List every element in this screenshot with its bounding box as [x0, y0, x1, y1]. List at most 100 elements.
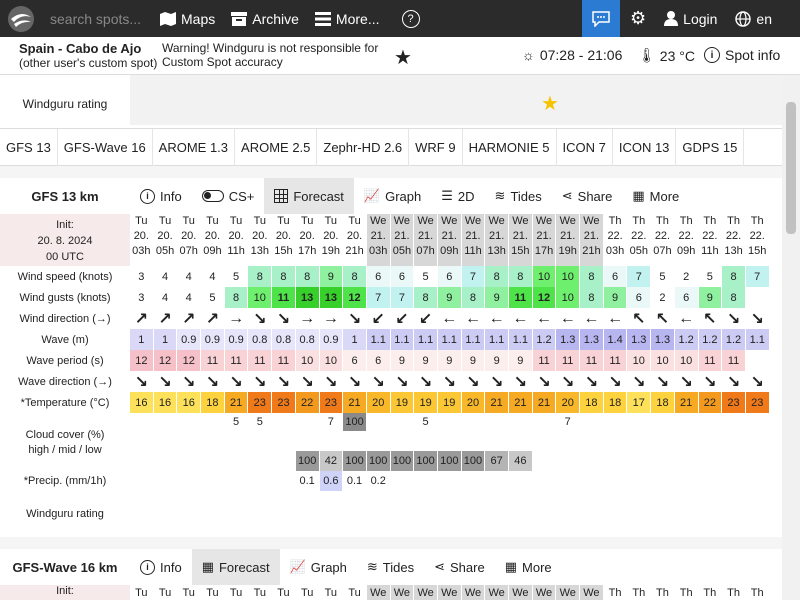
tab-info[interactable]: i Info — [130, 178, 192, 214]
wave-tab-more-label: More — [522, 559, 552, 575]
wave_period-cell: 9 — [414, 350, 438, 371]
model-tab[interactable]: Zephr-HD 2.6 — [317, 129, 410, 166]
login-button[interactable]: Login — [662, 0, 719, 37]
wave-cell: 1.2 — [698, 329, 723, 350]
row-wind_gusts: Wind gusts (knots) 3 4 4 5 8 10 11 13 13 12 7 7 8 9 8 9 1… — [0, 287, 782, 308]
wave-day-cell: Th — [651, 585, 675, 600]
cloud_low-cell: 100 — [414, 451, 438, 471]
precip-cell — [580, 471, 604, 491]
wind_gusts-cell: 3 — [130, 287, 154, 308]
wave_dir-cell: ↘ — [722, 371, 746, 392]
model-tab[interactable]: AROME 1.3 — [153, 129, 236, 166]
time-header-cell: Tu 20. 15h — [272, 214, 296, 266]
row-label: Wind speed (knots) — [17, 270, 113, 283]
wave-cell: 1.3 — [556, 329, 581, 350]
more-menu[interactable]: More... — [313, 0, 382, 37]
wind_speed-cell: 8 — [509, 266, 533, 287]
header-days: Tu — [135, 215, 148, 227]
header-dates: 20. — [323, 230, 339, 242]
cloud-label-1: Cloud cover (%) — [25, 429, 105, 441]
header-days: Tu — [182, 215, 195, 227]
wave-cell: 1.3 — [651, 329, 675, 350]
spot-info-button[interactable]: i Spot info — [704, 47, 780, 63]
cloud_low-cell: 67 — [485, 451, 509, 471]
cloud_low-cell — [746, 451, 770, 471]
wind_speed-cell: 8 — [295, 266, 320, 287]
tab-more[interactable]: ▦ More — [622, 178, 689, 214]
info-icon: i — [140, 559, 155, 575]
wind_dir-cell: ↖ — [651, 308, 675, 329]
header-dates: 22. — [654, 230, 671, 242]
cloud_high-cell — [627, 413, 652, 431]
maps-link[interactable]: Maps — [158, 0, 217, 37]
cloud_low-cell — [651, 451, 675, 471]
model-tab[interactable]: GDPS 15 — [676, 129, 745, 166]
cloud_high-cell — [651, 413, 675, 431]
tab-share-label: Share — [577, 188, 613, 204]
model-tab[interactable]: GFS-Wave 16 — [58, 129, 153, 166]
wave-tab-forecast[interactable]: ▦ Forecast — [191, 549, 280, 585]
wave-day-cell: Th — [699, 585, 723, 600]
precip-cell — [391, 471, 415, 491]
header-dates: 20. — [181, 230, 197, 242]
wind_dir-cell: → — [320, 308, 344, 329]
model-tab[interactable]: WRF 9 — [409, 129, 463, 166]
tab-share[interactable]: ⋖ Share — [552, 178, 623, 214]
sun-icon: ☼ — [522, 47, 535, 63]
wave-day-cell: Tu — [177, 585, 202, 600]
model-tab[interactable]: ICON 7 — [557, 129, 613, 166]
wind_speed-cell: 10 — [556, 266, 581, 287]
cloud_high-cell — [272, 413, 296, 431]
wave-tab-tides[interactable]: ≋ Tides — [357, 549, 424, 585]
wave_period-cell: 6 — [366, 350, 391, 371]
favorite-star-icon[interactable]: ★ — [394, 45, 412, 70]
model-tab[interactable]: HARMONIE 5 — [463, 129, 557, 166]
wave_dir-cell: ↘ — [201, 371, 225, 392]
header-days: Tu — [300, 215, 314, 227]
header-hours: 07h — [653, 245, 672, 257]
wave_period-cell: 11 — [722, 350, 746, 371]
time-header-cell: Th 22. 05h — [627, 214, 652, 266]
wind_dir-cell: ↗ — [201, 308, 225, 329]
settings-button[interactable]: ⚙ — [628, 0, 648, 37]
cloud_high-cell — [509, 413, 533, 431]
time-header-cell: Th 22. 15h — [746, 214, 770, 266]
wave-cell: 1.4 — [603, 329, 628, 350]
time-header-cell: Tu 20. 03h — [130, 214, 154, 266]
wave-day-cell: Tu — [225, 585, 249, 600]
header-hours: 11h — [701, 245, 719, 257]
windguru-logo[interactable] — [0, 0, 42, 37]
wind_dir-cell: ↘ — [746, 308, 770, 329]
header-days: We — [441, 215, 458, 227]
chat-button[interactable] — [582, 0, 621, 37]
wave-tab-graph[interactable]: 📈 Graph — [280, 549, 357, 585]
search-input[interactable]: search spots... — [50, 11, 146, 27]
scrollbar-thumb[interactable] — [786, 102, 796, 234]
time-header-cell: Th 22. 03h — [604, 214, 628, 266]
wave-tab-share[interactable]: ⋖ Share — [424, 549, 495, 585]
wave_dir-cell: ↘ — [580, 371, 604, 392]
header-hours: 03h — [605, 245, 625, 257]
temperature-cell: 19 — [390, 392, 415, 413]
model-tab[interactable]: ICON 13 — [613, 129, 677, 166]
tab-tides[interactable]: ≋ Tides — [485, 178, 552, 214]
tab-cs[interactable]: CS+ — [192, 178, 265, 214]
help-button[interactable]: ? — [400, 0, 422, 37]
previous-forecast-fragment: Windguru rating ★ — [0, 75, 782, 127]
header-dates: 20. — [228, 230, 244, 242]
cloud_high-cell — [485, 413, 509, 431]
wind_gusts-cell: 13 — [295, 287, 320, 308]
wave-tab-more[interactable]: ▦ More — [495, 549, 562, 585]
tab-graph[interactable]: 📈 Graph — [354, 178, 431, 214]
archive-link[interactable]: Archive — [229, 0, 301, 37]
info-icon: i — [704, 47, 720, 63]
model-tab[interactable]: AROME 2.5 — [235, 129, 318, 166]
model-tab[interactable]: GFS 13 — [0, 129, 58, 166]
tab-2d[interactable]: ☰ 2D — [431, 178, 484, 214]
tab-forecast[interactable]: Forecast — [264, 178, 354, 214]
wave-tab-info[interactable]: i Info — [130, 549, 192, 585]
cloud_high-cell — [699, 413, 723, 431]
precip-cell — [414, 471, 438, 491]
wind_dir-cell: ← — [604, 308, 628, 329]
language-selector[interactable]: en — [733, 0, 774, 37]
